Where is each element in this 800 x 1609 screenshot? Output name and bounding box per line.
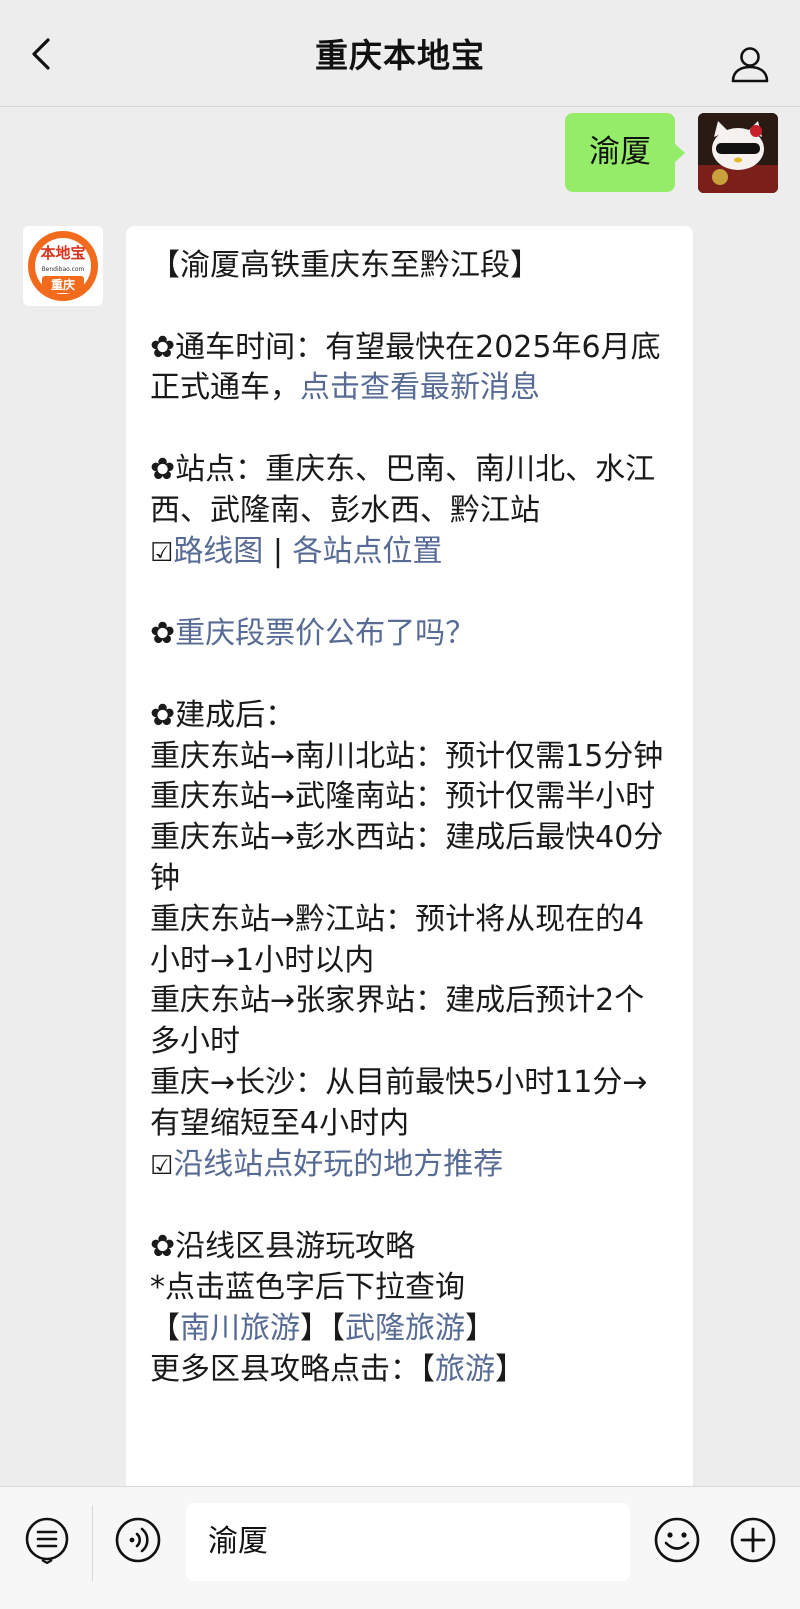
travel-time-line: 重庆东站→黔江站：预计将从现在的4小时→1小时以内: [150, 901, 645, 978]
message-title: 【渝厦高铁重庆东至黔江段】: [150, 248, 540, 283]
svg-text:Bendibao.com: Bendibao.com: [42, 266, 85, 273]
person-icon[interactable]: [730, 44, 770, 84]
travel-time-line: 重庆东站→武隆南站：预计仅需半小时: [150, 779, 656, 815]
checkbox-icon: ☑: [150, 1150, 174, 1181]
hello-kitty-avatar-image: [698, 113, 778, 193]
route-map-link[interactable]: 路线图: [173, 534, 263, 569]
after-completion-heading: ✿建成后：: [150, 697, 296, 733]
ticket-price-link[interactable]: 重庆段票价公布了吗？: [175, 616, 475, 651]
bendibao-avatar[interactable]: 本地宝 Bendibao.com 重庆: [23, 226, 103, 306]
stations-links: ☑路线图 | 各站点位置: [150, 533, 443, 569]
chat-header: 重庆本地宝: [0, 0, 800, 107]
list-menu-icon[interactable]: [23, 1516, 71, 1564]
price-paragraph: ✿重庆段票价公布了吗？: [150, 614, 669, 655]
attractions-link[interactable]: 沿线站点好玩的地方推荐: [173, 1147, 503, 1182]
checkbox-icon: ☑: [150, 537, 174, 568]
outgoing-bubble[interactable]: 渝厦: [565, 113, 685, 192]
smiley-icon[interactable]: [653, 1516, 701, 1564]
travel-time-line: 重庆→长沙：从目前最快5小时11分→有望缩短至4小时内: [150, 1064, 648, 1141]
nanchuan-tour-link[interactable]: 南川旅游: [180, 1311, 300, 1346]
voice-icon[interactable]: [114, 1516, 162, 1564]
travel-time-line: 重庆东站→南川北站：预计仅需15分钟: [150, 738, 664, 774]
station-locations-link[interactable]: 各站点位置: [293, 534, 443, 569]
svg-text:本地宝: 本地宝: [40, 244, 85, 262]
latest-news-link[interactable]: 点击查看最新消息: [300, 370, 540, 405]
back-arrow-icon[interactable]: [26, 38, 58, 70]
more-tours-link[interactable]: 旅游: [435, 1352, 495, 1387]
bar-divider: [92, 1505, 93, 1581]
incoming-bubble: 【渝厦高铁重庆东至黔江段】 ✿通车时间：有望最快在2025年6月底正式通车，点击…: [126, 226, 693, 1526]
tours-heading: ✿沿线区县游玩攻略: [150, 1229, 416, 1265]
stations-paragraph: ✿站点：重庆东、巴南、南川北、水江西、武隆南、彭水西、黔江站: [150, 451, 656, 528]
attractions-links: ☑沿线站点好玩的地方推荐: [150, 1145, 669, 1187]
message-input[interactable]: 渝厦: [186, 1503, 630, 1581]
chat-title: 重庆本地宝: [315, 36, 485, 75]
bendibao-logo: 本地宝 Bendibao.com 重庆: [28, 231, 98, 301]
wulong-tour-link[interactable]: 武隆旅游: [345, 1311, 465, 1346]
user-avatar[interactable]: [698, 113, 778, 193]
tours-hint: *点击蓝色字后下拉查询: [150, 1269, 465, 1305]
opening-time-paragraph: ✿通车时间：有望最快在2025年6月底正式通车，点击查看最新消息: [150, 329, 661, 406]
flower-icon: ✿: [150, 616, 176, 652]
more-tours-line: 更多区县攻略点击：【旅游】: [150, 1351, 525, 1387]
travel-time-line: 重庆东站→张家界站：建成后预计2个多小时: [150, 983, 645, 1060]
plus-icon[interactable]: [729, 1516, 777, 1564]
tours-links: 【南川旅游】【武隆旅游】: [150, 1310, 495, 1346]
outgoing-message: 渝厦: [565, 113, 778, 193]
travel-time-line: 重庆东站→彭水西站：建成后最快40分钟: [150, 820, 664, 896]
svg-text:重庆: 重庆: [51, 277, 75, 292]
input-bar: 渝厦: [0, 1486, 800, 1609]
